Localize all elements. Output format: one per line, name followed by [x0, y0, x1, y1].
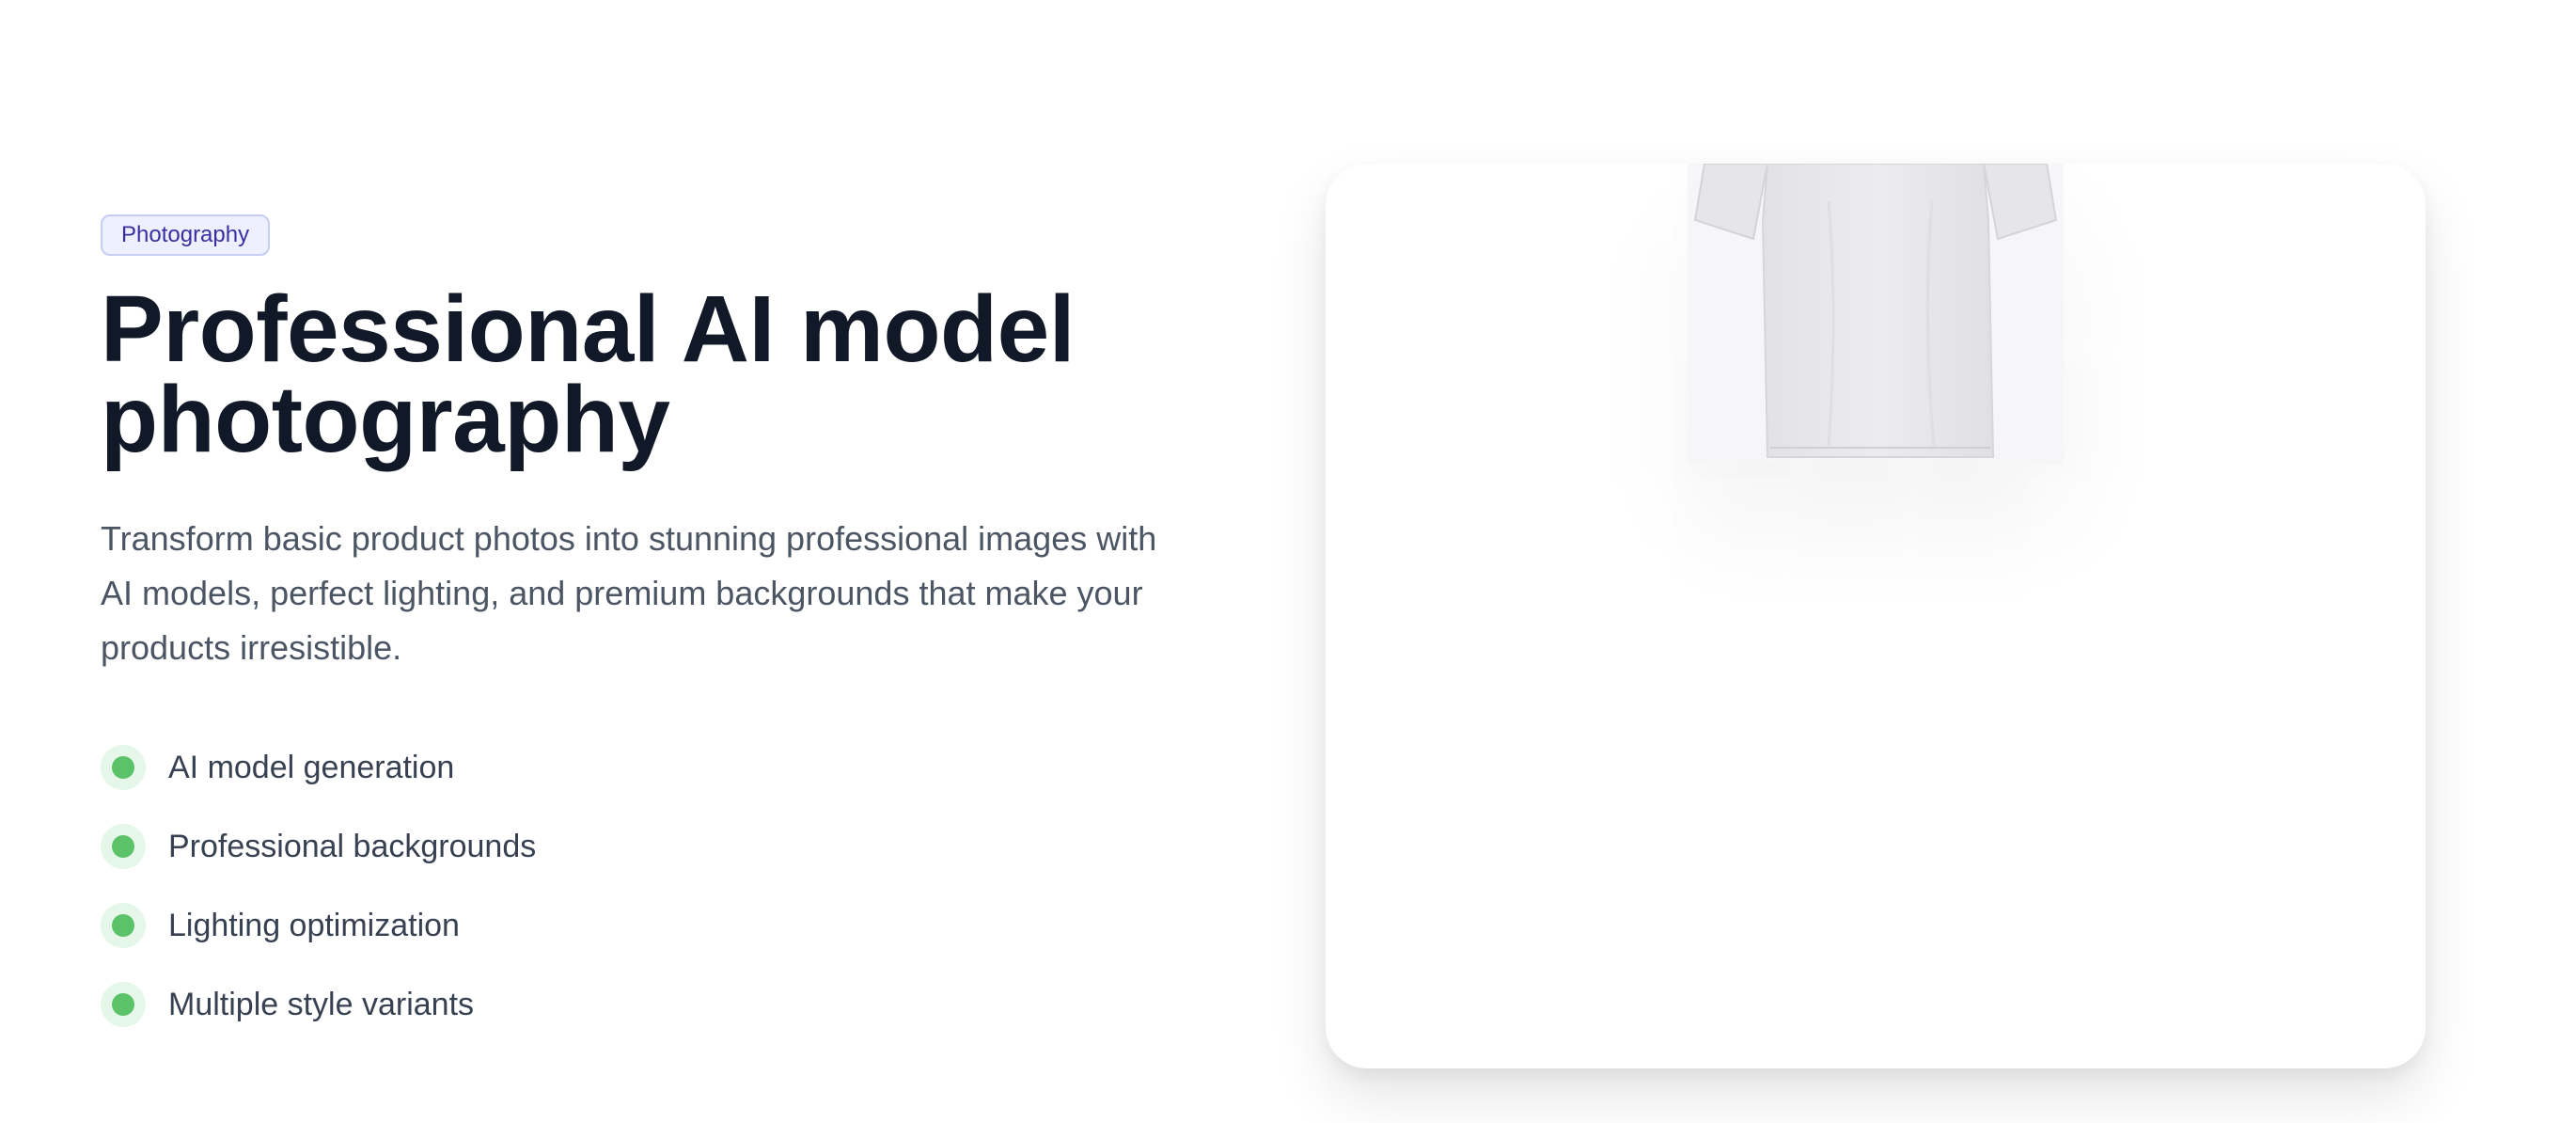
feature-label: Professional backgrounds — [168, 828, 537, 864]
feature-list: AI model generation Professional backgro… — [101, 741, 1210, 1031]
feature-item: AI model generation — [101, 741, 1210, 794]
hero-description: Transform basic product photos into stun… — [101, 519, 1157, 667]
category-badge: Photography — [101, 214, 271, 256]
feature-item: Professional backgrounds — [101, 820, 1210, 873]
bullet-dot-icon — [101, 903, 146, 948]
feature-label: Multiple style variants — [168, 986, 475, 1022]
feature-item: Multiple style variants — [101, 978, 1210, 1031]
page-title: Professional AI model photography — [101, 277, 1210, 472]
feature-label: Lighting optimization — [168, 907, 460, 943]
feature-item: Lighting optimization — [101, 899, 1210, 952]
page-title-line-1: Professional AI model — [101, 277, 1076, 382]
tshirt-icon — [1693, 164, 2058, 458]
preview-card — [1326, 164, 2426, 1068]
page: Photography Professional AI model photog… — [0, 0, 2576, 1123]
bullet-dot-icon — [101, 982, 146, 1027]
page-title-line-2: photography — [101, 367, 670, 472]
product-image — [1688, 164, 2064, 465]
bullet-dot-icon — [101, 745, 146, 790]
hero-text-section: Photography Professional AI model photog… — [101, 214, 1210, 1057]
feature-label: AI model generation — [168, 749, 455, 785]
bullet-dot-icon — [101, 824, 146, 869]
